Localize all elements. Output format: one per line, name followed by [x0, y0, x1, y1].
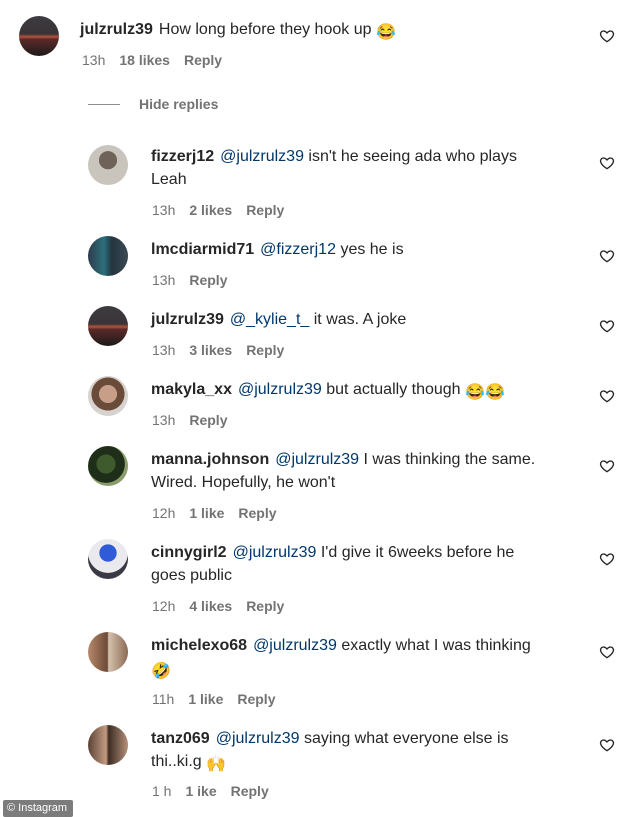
comment-body-line2: Leah	[151, 171, 187, 188]
like-count[interactable]: 1 like	[189, 505, 224, 521]
comment-body: I was thinking the same.	[363, 451, 536, 468]
comment-meta: 12h 4 likes Reply	[152, 598, 298, 614]
avatar[interactable]	[88, 446, 128, 486]
comment-text: tanz069 @julzrulz39 saying what everyone …	[151, 727, 509, 776]
username[interactable]: cinnygirl2	[151, 544, 227, 561]
mention-link[interactable]: @julzrulz39	[275, 451, 359, 468]
comment-meta: 13h 18 likes Reply	[82, 52, 236, 68]
mention-link[interactable]: @julzrulz39	[220, 148, 304, 165]
timestamp[interactable]: 13h	[152, 202, 175, 218]
timestamp[interactable]: 12h	[152, 505, 175, 521]
comment-meta: 1 h 1 ike Reply	[152, 783, 283, 799]
timestamp[interactable]: 13h	[82, 52, 105, 68]
comment-body: I'd give it 6weeks before he	[320, 544, 515, 561]
comment-body-line2: thi..ki.g	[151, 753, 202, 770]
reply-button[interactable]: Reply	[184, 52, 222, 68]
avatar[interactable]	[88, 236, 128, 276]
comment-meta: 13h 3 likes Reply	[152, 342, 298, 358]
heart-outline-icon[interactable]	[599, 644, 615, 660]
mention-link[interactable]: @julzrulz39	[233, 544, 317, 561]
username[interactable]: michelexo68	[151, 637, 247, 654]
comment-body: yes he is	[340, 241, 404, 258]
mention-link[interactable]: @fizzerj12	[260, 241, 336, 258]
timestamp[interactable]: 13h	[152, 272, 175, 288]
comment-body: isn't he seeing ada who plays	[308, 148, 517, 165]
like-count[interactable]: 1 ike	[185, 783, 216, 799]
like-count[interactable]: 2 likes	[189, 202, 232, 218]
username[interactable]: tanz069	[151, 730, 210, 747]
username[interactable]: julzrulz39	[80, 21, 153, 38]
mention-link[interactable]: @julzrulz39	[216, 730, 300, 747]
heart-outline-icon[interactable]	[599, 28, 615, 44]
comment-body: exactly what I was thinking	[341, 637, 531, 654]
reply-button[interactable]: Reply	[231, 783, 269, 799]
comment-body: but actually though	[326, 381, 461, 398]
heart-outline-icon[interactable]	[599, 388, 615, 404]
instagram-watermark: © Instagram	[3, 800, 74, 817]
reply-button[interactable]: Reply	[246, 342, 284, 358]
username[interactable]: fizzerj12	[151, 148, 214, 165]
mention-link[interactable]: @julzrulz39	[253, 637, 337, 654]
emoji: 🙌	[206, 756, 227, 773]
comment-meta: 13h Reply	[152, 412, 241, 428]
reply-button[interactable]: Reply	[189, 272, 227, 288]
emoji: 🤣	[151, 663, 171, 680]
comment-text: manna.johnson @julzrulz39 I was thinking …	[151, 448, 535, 494]
reply-button[interactable]: Reply	[189, 412, 227, 428]
reply-button[interactable]: Reply	[246, 202, 284, 218]
timestamp[interactable]: 1 h	[152, 783, 171, 799]
mention-link[interactable]: @julzrulz39	[238, 381, 322, 398]
comment-meta: 12h 1 like Reply	[152, 505, 291, 521]
comment-text: makyla_xx @julzrulz39 but actually though…	[151, 378, 505, 404]
heart-outline-icon[interactable]	[599, 551, 615, 567]
comment-text: lmcdiarmid71 @fizzerj12 yes he is	[151, 238, 404, 261]
comment-meta: 13h 2 likes Reply	[152, 202, 298, 218]
reply-button[interactable]: Reply	[246, 598, 284, 614]
like-count[interactable]: 3 likes	[189, 342, 232, 358]
divider	[88, 104, 120, 105]
username[interactable]: lmcdiarmid71	[151, 241, 254, 258]
username[interactable]: makyla_xx	[151, 381, 232, 398]
comment-text: fizzerj12 @julzrulz39 isn't he seeing ada…	[151, 145, 517, 191]
heart-outline-icon[interactable]	[599, 248, 615, 264]
mention-link[interactable]: @_kylie_t_	[230, 311, 309, 328]
comment-body-line2: goes public	[151, 567, 232, 584]
timestamp[interactable]: 13h	[152, 342, 175, 358]
username[interactable]: manna.johnson	[151, 451, 269, 468]
emoji: 😂	[375, 24, 396, 41]
timestamp[interactable]: 11h	[152, 691, 174, 707]
reply-button[interactable]: Reply	[237, 691, 275, 707]
comment-text: michelexo68 @julzrulz39 exactly what I wa…	[151, 634, 531, 683]
username[interactable]: julzrulz39	[151, 311, 224, 328]
comment-text: julzrulz39 @_kylie_t_ it was. A joke	[151, 308, 406, 331]
like-count[interactable]: 18 likes	[119, 52, 170, 68]
comment-body: it was. A joke	[313, 311, 407, 328]
heart-outline-icon[interactable]	[599, 318, 615, 334]
like-count[interactable]: 4 likes	[189, 598, 232, 614]
comment-body-line2: Wired. Hopefully, he won't	[151, 474, 336, 491]
comment-body: saying what everyone else is	[303, 730, 509, 747]
avatar[interactable]	[88, 632, 128, 672]
avatar[interactable]	[19, 16, 59, 56]
heart-outline-icon[interactable]	[599, 737, 615, 753]
like-count[interactable]: 1 like	[188, 691, 223, 707]
reply-button[interactable]: Reply	[238, 505, 276, 521]
avatar[interactable]	[88, 725, 128, 765]
avatar[interactable]	[88, 376, 128, 416]
emoji: 😂😂	[465, 384, 505, 401]
timestamp[interactable]: 13h	[152, 412, 175, 428]
comment-meta: 11h 1 like Reply	[152, 691, 289, 707]
hide-replies-label: Hide replies	[139, 96, 219, 112]
comment-meta: 13h Reply	[152, 272, 241, 288]
comment-body: How long before they hook up	[158, 21, 372, 38]
timestamp[interactable]: 12h	[152, 598, 175, 614]
avatar[interactable]	[88, 306, 128, 346]
heart-outline-icon[interactable]	[599, 458, 615, 474]
comment-text: julzrulz39 How long before they hook up 😂	[80, 18, 396, 44]
avatar[interactable]	[88, 539, 128, 579]
heart-outline-icon[interactable]	[599, 155, 615, 171]
avatar[interactable]	[88, 145, 128, 185]
comment-text: cinnygirl2 @julzrulz39 I'd give it 6weeks…	[151, 541, 514, 587]
